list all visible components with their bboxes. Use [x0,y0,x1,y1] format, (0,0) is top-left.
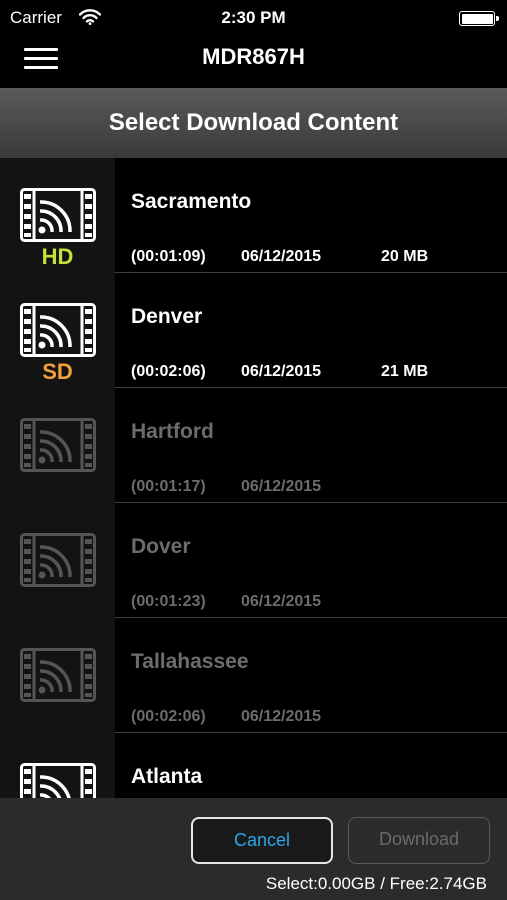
item-title: Dover [131,535,191,558]
section-title: Select Download Content [108,109,399,136]
item-duration: (00:01:23) [131,593,206,610]
item-date: 06/12/2015 [241,593,322,610]
quality-badge: SD [42,359,73,384]
bottom-bar: Cancel Download Select:0.00GB / Free:2.7… [0,798,507,900]
item-date: 06/12/2015 [241,478,322,495]
video-film-icon [20,418,96,472]
item-date: 06/12/2015 [241,708,322,725]
item-title: Sacramento [131,190,252,213]
section-header: Select Download Content [0,88,507,158]
thumbnail [0,388,115,503]
item-duration: (00:02:06) [131,708,206,725]
item-title: Denver [131,305,203,328]
item-date: 06/12/2015 [241,363,322,380]
status-time: 2:30 PM [221,8,286,27]
item-duration: (00:01:09) [131,248,206,265]
list-item: Hartford (00:01:17) 06/12/2015 [0,388,507,503]
item-title: Tallahassee [131,650,249,673]
list-item: Tallahassee (00:02:06) 06/12/2015 [0,618,507,733]
item-duration: (00:01:17) [131,478,206,495]
thumbnail: HD [0,158,115,273]
list-item[interactable]: SD Denver (00:02:06) 06/12/2015 21 MB [0,273,507,388]
quality-badge: HD [41,244,74,269]
item-title: Hartford [131,420,214,443]
video-film-icon [20,533,96,587]
cancel-button[interactable]: Cancel [191,817,333,864]
video-film-icon [20,188,96,242]
thumbnail [0,618,115,733]
video-film-icon [20,648,96,702]
thumbnail: SD [0,273,115,388]
status-bar: Carrier 2:30 PM [0,0,507,36]
battery-icon [459,11,499,26]
item-size: 21 MB [381,363,429,380]
item-duration: (00:02:06) [131,363,206,380]
storage-info: Select:0.00GB / Free:2.74GB [265,874,487,893]
nav-title: MDR867H [202,44,305,69]
video-film-icon [20,763,96,798]
item-title: Atlanta [131,765,203,788]
content-list[interactable]: HD Sacramento (00:01:09) 06/12/2015 20 M… [0,158,507,798]
thumbnail [0,733,115,798]
nav-bar: MDR867H [0,36,507,88]
list-item[interactable]: Atlanta [0,733,507,798]
list-item[interactable]: HD Sacramento (00:01:09) 06/12/2015 20 M… [0,158,507,273]
list-item: Dover (00:01:23) 06/12/2015 [0,503,507,618]
video-film-icon [20,303,96,357]
thumbnail [0,503,115,618]
item-date: 06/12/2015 [241,248,322,265]
download-button[interactable]: Download [348,817,490,864]
item-size: 20 MB [381,248,429,265]
